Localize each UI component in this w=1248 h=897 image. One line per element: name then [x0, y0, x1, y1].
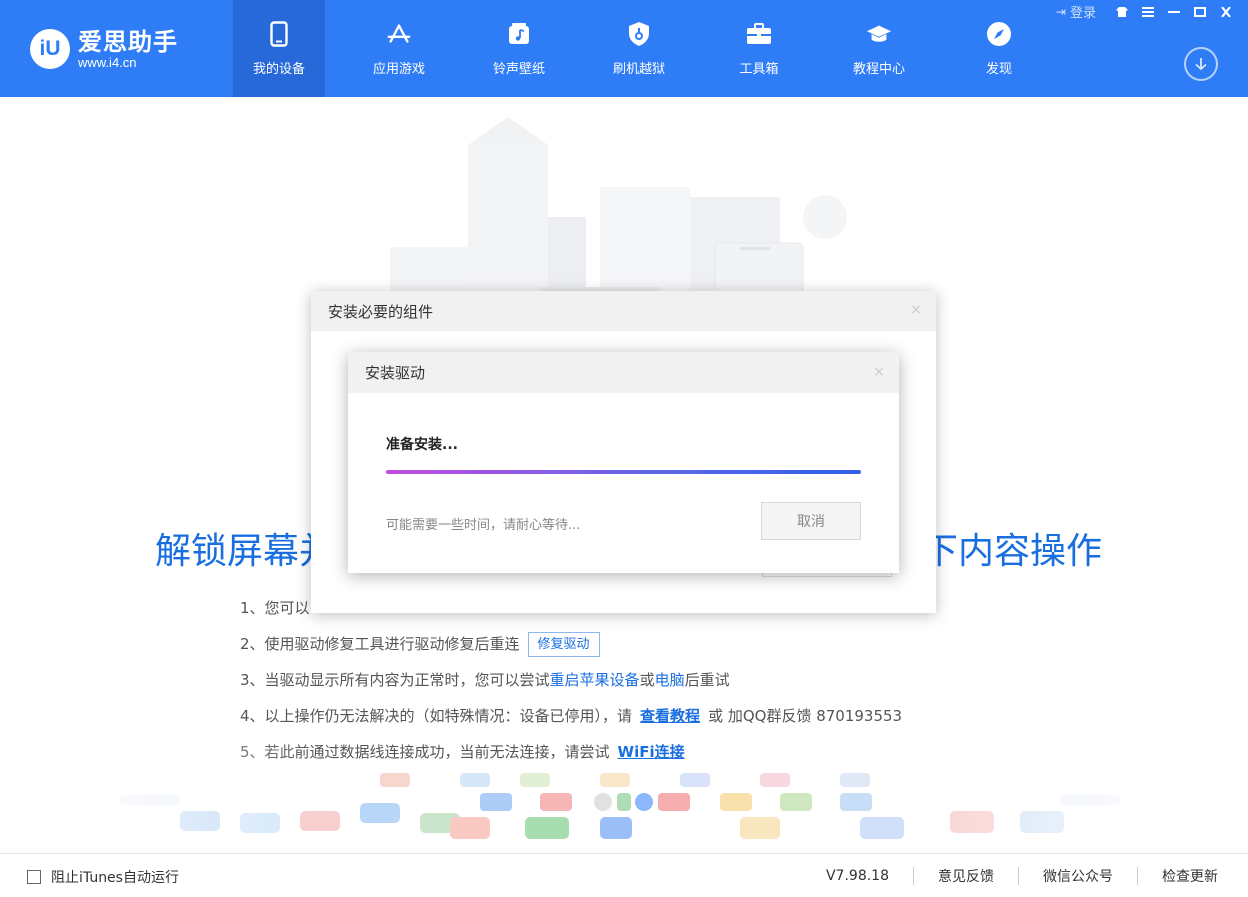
progress-fill: [386, 470, 861, 474]
phone-icon: [266, 20, 292, 48]
view-tutorial-link[interactable]: 查看教程: [640, 698, 700, 734]
version-label: V7.98.18: [825, 868, 889, 884]
compass-icon: [986, 20, 1012, 48]
music-icon: [506, 20, 532, 48]
menu-icon[interactable]: [1138, 4, 1158, 20]
window-controls: ⇥ 登录: [1056, 2, 1236, 21]
app-url: www.i4.cn: [78, 54, 137, 70]
troubleshoot-steps: 1、您可以 2、使用驱动修复工具进行驱动修复后重连 修复驱动 3、当驱动显示所有…: [240, 590, 902, 770]
header-bar: iU 爱思助手 www.i4.cn 我的设备 应用游戏 铃声壁纸 刷机越狱 工具…: [0, 0, 1248, 97]
logo-mark: iU: [30, 29, 70, 69]
block-itunes-option[interactable]: 阻止iTunes自动运行: [27, 867, 179, 887]
wechat-link[interactable]: 微信公众号: [1043, 866, 1113, 886]
logo: iU 爱思助手 www.i4.cn: [30, 24, 178, 74]
dialog-header: 安装驱动 ×: [348, 352, 899, 393]
install-status: 准备安装...: [386, 437, 458, 453]
step-4: 4、以上操作仍无法解决的（如特殊情况：设备已停用），请 查看教程 或 加QQ群反…: [240, 698, 902, 734]
step-3: 3、当驱动显示所有内容为正常时，您可以尝试 重启苹果设备 或 电脑 后重试: [240, 662, 902, 698]
skin-icon[interactable]: [1112, 4, 1132, 20]
login-label: 登录: [1069, 6, 1096, 21]
app-icons-decoration: [0, 745, 1248, 845]
nav-label: 我的设备: [252, 62, 305, 77]
shield-icon: [626, 20, 652, 48]
maximize-icon[interactable]: [1190, 4, 1210, 20]
install-progress-bar: [386, 470, 861, 474]
restart-device-link[interactable]: 重启苹果设备: [550, 662, 640, 698]
app-window: iU 爱思助手 www.i4.cn 我的设备 应用游戏 铃声壁纸 刷机越狱 工具…: [0, 0, 1248, 897]
repair-driver-button[interactable]: 修复驱动: [527, 631, 600, 657]
nav-label: 发现: [985, 62, 1012, 77]
login-link[interactable]: ⇥ 登录: [1055, 2, 1096, 22]
install-driver-dialog: 安装驱动 × 准备安装... 可能需要一些时间，请耐心等待... 取消: [348, 352, 899, 573]
nav-item-apps[interactable]: 应用游戏: [353, 0, 445, 97]
headline-right: 下内容操作: [922, 531, 1103, 572]
minimize-icon[interactable]: [1164, 4, 1184, 20]
check-update-link[interactable]: 检查更新: [1162, 866, 1218, 886]
nav-label: 刷机越狱: [612, 62, 665, 77]
nav-label: 教程中心: [852, 62, 905, 77]
download-icon[interactable]: [1184, 47, 1218, 81]
main-nav: 我的设备 应用游戏 铃声壁纸 刷机越狱 工具箱 教程中心 发现: [233, 0, 1073, 97]
dialog-title: 安装驱动: [365, 364, 426, 382]
divider: [1137, 867, 1138, 885]
nav-item-flash[interactable]: 刷机越狱: [593, 0, 685, 97]
toolbox-icon: [746, 20, 772, 48]
nav-item-tutorials[interactable]: 教程中心: [833, 0, 925, 97]
nav-label: 工具箱: [739, 62, 779, 77]
cancel-button[interactable]: 取消: [761, 502, 861, 540]
status-bar: 阻止iTunes自动运行 V7.98.18 意见反馈 微信公众号 检查更新: [0, 853, 1248, 897]
wait-hint: 可能需要一些时间，请耐心等待...: [386, 518, 581, 533]
dialog-header: 安装必要的组件 ×: [311, 291, 936, 331]
close-icon[interactable]: ×: [910, 302, 922, 318]
headline-left: 解锁屏幕并: [155, 531, 336, 572]
dialog-title: 安装必要的组件: [328, 302, 434, 321]
app-name: 爱思助手: [78, 27, 178, 56]
divider: [913, 867, 914, 885]
restart-pc-link[interactable]: 电脑: [655, 662, 685, 698]
step-2: 2、使用驱动修复工具进行驱动修复后重连 修复驱动: [240, 626, 902, 662]
close-icon[interactable]: [1216, 4, 1236, 20]
nav-item-discover[interactable]: 发现: [953, 0, 1045, 97]
graduation-cap-icon: [866, 20, 892, 48]
feedback-link[interactable]: 意见反馈: [938, 866, 994, 886]
nav-item-my-device[interactable]: 我的设备: [233, 0, 325, 97]
nav-item-ringtones[interactable]: 铃声壁纸: [473, 0, 565, 97]
block-itunes-label: 阻止iTunes自动运行: [51, 870, 179, 886]
nav-item-toolbox[interactable]: 工具箱: [713, 0, 805, 97]
nav-label: 应用游戏: [372, 62, 425, 77]
appstore-icon: [386, 20, 412, 48]
nav-label: 铃声壁纸: [492, 62, 545, 77]
block-itunes-checkbox[interactable]: [27, 870, 41, 884]
close-icon[interactable]: ×: [873, 364, 885, 380]
login-icon: ⇥: [1055, 4, 1066, 19]
divider: [1018, 867, 1019, 885]
